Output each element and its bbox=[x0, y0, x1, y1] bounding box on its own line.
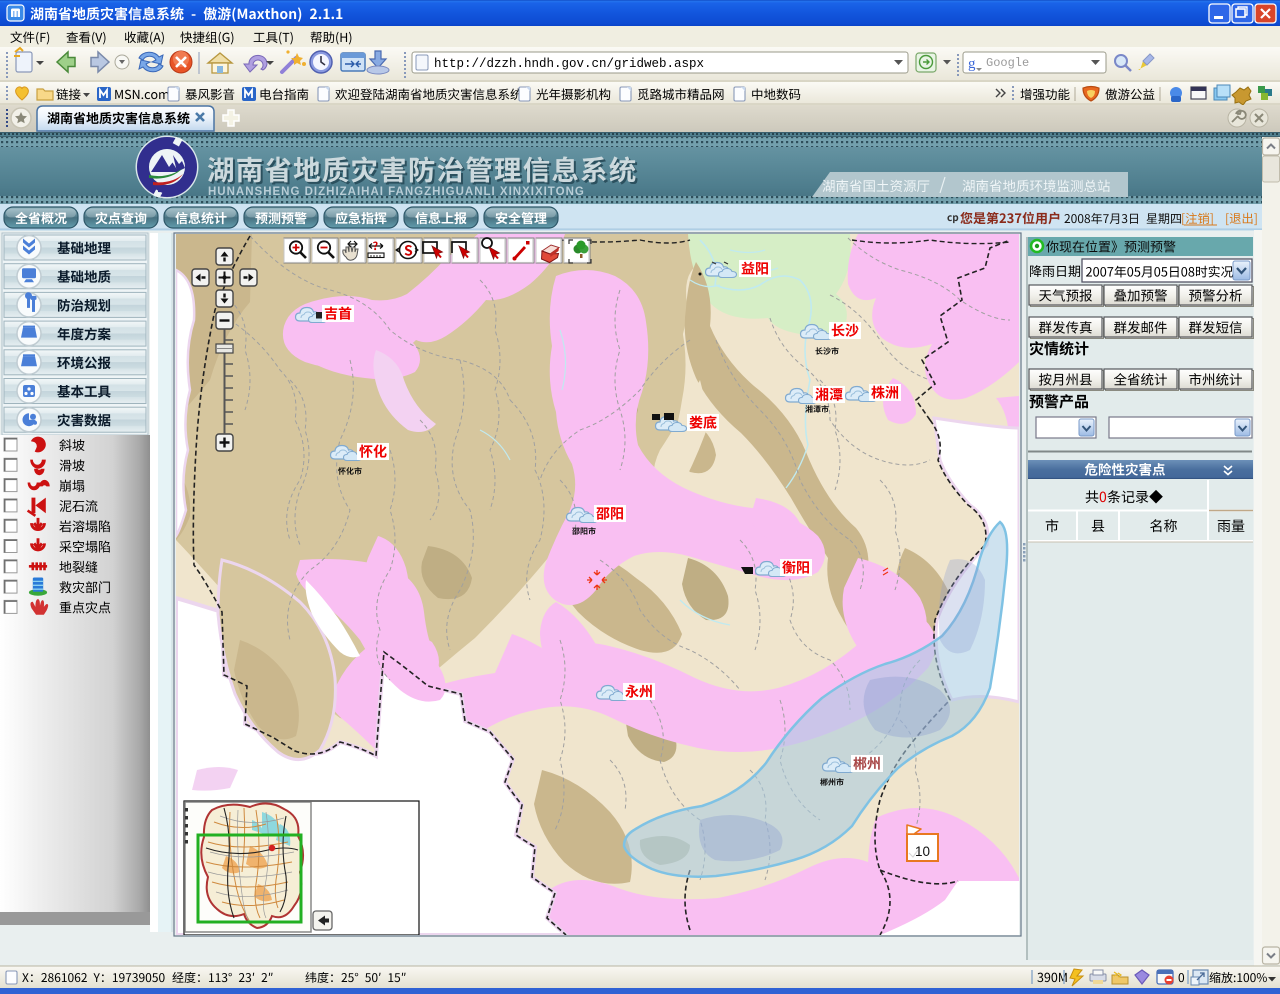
svg-text:http://dzzh.hndh.gov.cn/gridwe: http://dzzh.hndh.gov.cn/gridweb.aspx bbox=[434, 57, 704, 71]
svg-text:Google: Google bbox=[986, 56, 1029, 70]
svg-text:HUNANSHENG DIZHIZAIHAI FANGZHI: HUNANSHENG DIZHIZAIHAI FANGZHIGUANLI XIN… bbox=[208, 186, 585, 198]
svg-text:g: g bbox=[968, 56, 976, 72]
